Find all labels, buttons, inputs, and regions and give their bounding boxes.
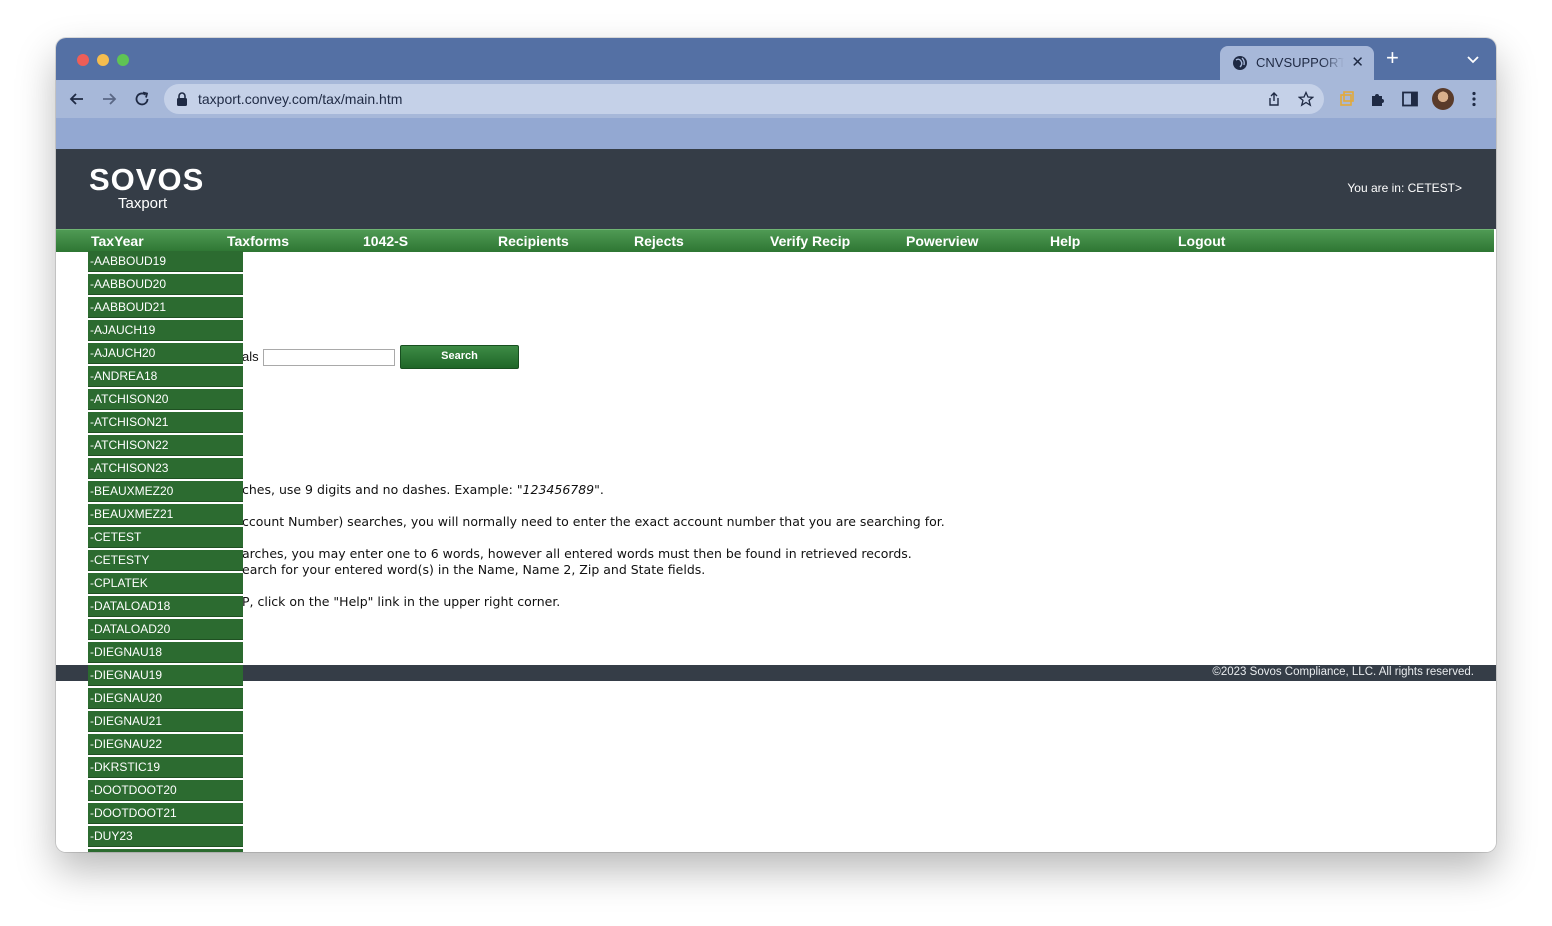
url-text: taxport.convey.com/tax/main.htm [198, 91, 403, 107]
chevron-down-icon[interactable] [1466, 52, 1480, 66]
taxyear-option[interactable]: -BEAUXMEZ20 [88, 481, 243, 502]
taxyear-option[interactable]: -DUY23 [88, 826, 243, 847]
lock-icon [177, 92, 187, 106]
taxyear-option[interactable]: -DIEGNAU19 [88, 665, 243, 686]
taxyear-option[interactable]: -AABBOUD21 [88, 297, 243, 318]
close-window-button[interactable] [77, 54, 89, 66]
more-menu-icon[interactable] [1465, 90, 1483, 108]
taxyear-option[interactable]: -DOOTDOOT21 [88, 803, 243, 824]
menu-item-verify-recip[interactable]: Verify Recip [770, 233, 850, 249]
search-label: als [242, 349, 259, 364]
taxport-logo-text: Taxport [118, 195, 168, 212]
taxyear-option[interactable]: -AABBOUD19 [88, 251, 243, 272]
tab-close-icon[interactable]: ✕ [1351, 53, 1364, 71]
menu-item-taxyear[interactable]: TaxYear [91, 233, 144, 249]
forward-arrow-icon[interactable] [100, 90, 118, 108]
tab-title: CNVSUPPORTE [1256, 55, 1344, 70]
tab-bar: CNVSUPPORTE ✕ + [56, 38, 1496, 80]
extension-icon[interactable] [1338, 90, 1356, 108]
menu-item-rejects[interactable]: Rejects [634, 233, 684, 249]
help-text-help-link: P, click on the "Help" link in the upper… [242, 594, 561, 609]
taxyear-option[interactable]: -DIEGNAU21 [88, 711, 243, 732]
taxyear-dropdown: -AABBOUD19 -AABBOUD20 -AABBOUD21 -AJAUCH19-… [88, 251, 243, 852]
globe-icon [1233, 56, 1247, 70]
taxyear-option[interactable]: -DATALOAD20 [88, 619, 243, 640]
taxyear-option[interactable]: -ATCHISON23 [88, 458, 243, 479]
search-input[interactable] [263, 349, 395, 366]
browser-toolbar: taxport.convey.com/tax/main.htm [56, 80, 1496, 118]
taxyear-option[interactable]: -EBBY20 [88, 849, 243, 852]
search-button[interactable]: Search [400, 345, 519, 369]
taxyear-option[interactable]: -DIEGNAU22 [88, 734, 243, 755]
minimize-window-button[interactable] [97, 54, 109, 66]
taxyear-option[interactable]: -BEAUXMEZ21 [88, 504, 243, 525]
taxyear-option[interactable]: -DIEGNAU20 [88, 688, 243, 709]
taxyear-option[interactable]: -AJAUCH19 [88, 320, 243, 341]
help-text-ssn: ches, use 9 digits and no dashes. Exampl… [242, 482, 604, 497]
taxyear-option[interactable]: -ATCHISON20 [88, 389, 243, 410]
browser-window: CNVSUPPORTE ✕ + taxport.convey.com/tax/m… [56, 38, 1496, 852]
star-bookmark-icon[interactable] [1298, 91, 1314, 107]
site-footer: ©2023 Sovos Compliance, LLC. All rights … [56, 665, 1496, 681]
menu-item-help[interactable]: Help [1050, 233, 1080, 249]
taxyear-option[interactable]: -DKRSTIC19 [88, 757, 243, 778]
puzzle-extensions-icon[interactable] [1369, 90, 1387, 108]
page-content: SOVOS Taxport You are in: CETEST> TaxYea… [56, 149, 1496, 852]
help-text-fields: earch for your entered word(s) in the Na… [242, 562, 706, 577]
side-panel-icon[interactable] [1401, 90, 1419, 108]
copyright-text: ©2023 Sovos Compliance, LLC. All rights … [1212, 666, 1474, 678]
help-text-account: ccount Number) searches, you will normal… [242, 514, 945, 529]
reload-icon[interactable] [133, 90, 151, 108]
menu-item-powerview[interactable]: Powerview [906, 233, 978, 249]
help-example: "123456789" [516, 482, 600, 497]
menu-item-taxforms[interactable]: Taxforms [227, 233, 289, 249]
browser-tab[interactable]: CNVSUPPORTE ✕ [1220, 46, 1374, 80]
main-menu-bar: TaxYear Taxforms 1042-S Recipients Rejec… [56, 229, 1494, 252]
current-location-text: You are in: CETEST> [1347, 181, 1462, 195]
address-bar[interactable]: taxport.convey.com/tax/main.htm [164, 84, 1324, 114]
sovos-logo: SOVOS [89, 162, 205, 197]
taxyear-option[interactable]: -CPLATEK [88, 573, 243, 594]
share-icon[interactable] [1266, 91, 1282, 107]
taxyear-option[interactable]: -AJAUCH20 [88, 343, 243, 364]
maximize-window-button[interactable] [117, 54, 129, 66]
profile-avatar[interactable] [1432, 88, 1454, 110]
menu-item-recipients[interactable]: Recipients [498, 233, 569, 249]
taxyear-option[interactable]: -ATCHISON22 [88, 435, 243, 456]
new-tab-button[interactable]: + [1386, 47, 1399, 69]
taxyear-option[interactable]: -CETEST [88, 527, 243, 548]
menu-item-1042s[interactable]: 1042-S [363, 233, 408, 249]
menu-item-logout[interactable]: Logout [1178, 233, 1225, 249]
taxyear-option[interactable]: -CETESTY [88, 550, 243, 571]
bookmarks-bar [56, 118, 1496, 149]
site-header: SOVOS Taxport You are in: CETEST> [56, 149, 1496, 229]
taxyear-option[interactable]: -ATCHISON21 [88, 412, 243, 433]
help-text-words: arches, you may enter one to 6 words, ho… [242, 546, 912, 561]
taxyear-option[interactable]: -AABBOUD20 [88, 274, 243, 295]
taxyear-option[interactable]: -DOOTDOOT20 [88, 780, 243, 801]
back-arrow-icon[interactable] [68, 90, 86, 108]
taxyear-option[interactable]: -DIEGNAU18 [88, 642, 243, 663]
taxyear-option[interactable]: -DATALOAD18 [88, 596, 243, 617]
taxyear-option[interactable]: -ANDREA18 [88, 366, 243, 387]
